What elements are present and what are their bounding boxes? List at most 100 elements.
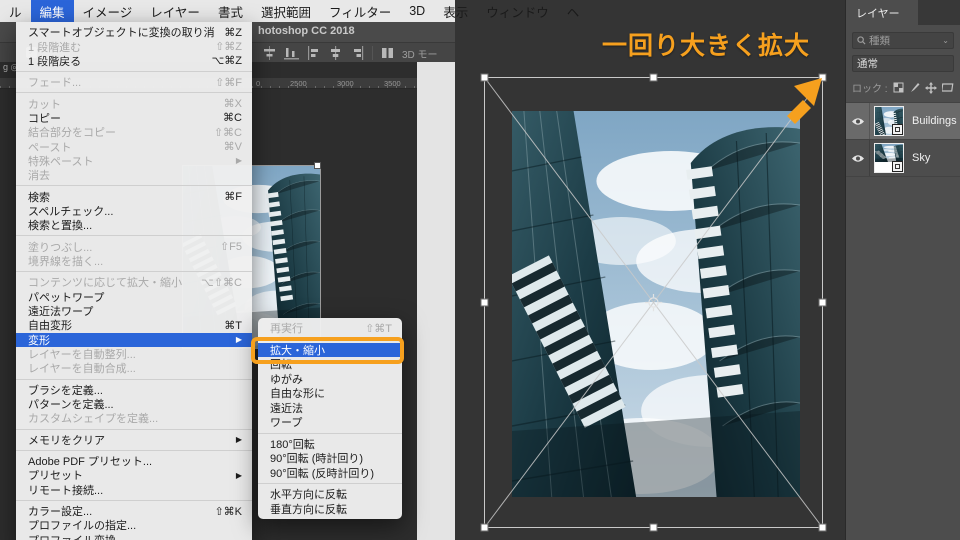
layer-name[interactable]: Buildings — [912, 115, 957, 127]
transform-submenu-item-10[interactable]: 90°回転 (時計回り) — [258, 451, 402, 466]
transform-submenu-item-7[interactable]: ワープ — [258, 415, 402, 430]
transform-submenu-item-3[interactable]: 回転 — [258, 357, 402, 372]
edit-menu-item-39[interactable]: プロファイルの指定... — [16, 518, 252, 532]
layer-thumbnail[interactable] — [874, 143, 904, 173]
edit-menu-item-23[interactable]: 自由変形 ⌘T — [16, 318, 252, 333]
transform-submenu-item-label: ワープ — [270, 417, 303, 430]
menubar-item-2[interactable]: イメージ — [74, 0, 142, 22]
menubar-item-0[interactable]: ル — [0, 0, 31, 22]
edit-menu-item-shortcut: ⌘T — [224, 319, 242, 332]
chevron-down-icon: ⌄ — [942, 36, 949, 45]
edit-menu-item-shortcut: ⌘X — [223, 98, 242, 111]
lock-label: ロック : — [852, 84, 888, 95]
transparency-lock-icon[interactable] — [893, 82, 904, 93]
submenu-arrow-icon: ▶ — [235, 470, 242, 480]
move-lock-icon[interactable] — [924, 81, 937, 94]
menubar-item-3[interactable]: レイヤー — [141, 0, 209, 22]
visibility-toggle[interactable] — [846, 103, 870, 139]
edit-menu-item-0[interactable]: スマートオブジェクトに変換の取り消し ⌘Z — [16, 25, 252, 40]
edit-menu-item-34[interactable]: Adobe PDF プリセット... — [16, 454, 252, 468]
transform-submenu-item-4[interactable]: ゆがみ — [258, 372, 402, 387]
edit-menu-item-29[interactable]: パターンを定義... — [16, 397, 252, 411]
edit-menu-item-label: 1 段階戻る — [28, 55, 82, 68]
edit-menu-separator — [16, 499, 252, 501]
edit-menu-item-32[interactable]: メモリをクリア ▶ — [16, 433, 252, 447]
transform-submenu-item-9[interactable]: 180°回転 — [258, 437, 402, 452]
distribute-left-edges-icon[interactable] — [306, 46, 321, 60]
edit-menu-item-15[interactable]: 検索と置換... — [16, 218, 252, 232]
thumbnail-image — [875, 144, 904, 162]
transform-submenu-item-14[interactable]: 垂直方向に反転 — [258, 502, 402, 517]
ruler-tick-label: 3000 — [337, 79, 354, 88]
submenu-arrow-icon: ▶ — [235, 435, 242, 445]
transform-submenu-item-6[interactable]: 遠近法 — [258, 401, 402, 416]
edit-menu-item-2[interactable]: 1 段階戻る ⌥⌘Z — [16, 54, 252, 68]
transform-submenu-item-5[interactable]: 自由な形に — [258, 386, 402, 401]
ruler-tick-label: 3500 — [384, 79, 401, 88]
edit-menu-item-28[interactable]: ブラシを定義... — [16, 383, 252, 397]
visibility-toggle[interactable] — [846, 140, 870, 176]
edit-menu-item-26: レイヤーを自動合成... — [16, 361, 252, 375]
transform-overlay — [480, 73, 827, 532]
menubar-item-7[interactable]: 3D — [400, 0, 434, 22]
menubar-item-10[interactable]: ヘ — [558, 0, 589, 22]
edit-menu-item-shortcut: ⌘C — [223, 112, 242, 125]
align-bottom-edges-icon[interactable] — [284, 46, 299, 60]
transform-submenu-item-11[interactable]: 90°回転 (反時計回り) — [258, 466, 402, 481]
edit-menu-item-25: レイヤーを自動整列... — [16, 347, 252, 361]
artboard-lock-icon[interactable] — [941, 82, 954, 93]
align-vertical-centers-icon[interactable] — [262, 46, 277, 60]
blend-mode-select[interactable]: 通常 — [852, 55, 954, 72]
layer-filter-field[interactable]: 種類 ⌄ — [852, 32, 954, 49]
distribute-right-edges-icon[interactable] — [350, 46, 365, 60]
3d-mode-label: 3D モー — [402, 49, 438, 61]
layer-row-buildings[interactable]: Buildings — [846, 103, 960, 140]
edit-menu-item-7[interactable]: コピー ⌘C — [16, 111, 252, 125]
transform-submenu-item-13[interactable]: 水平方向に反転 — [258, 487, 402, 502]
tab-layers[interactable]: レイヤー — [846, 0, 918, 25]
edit-menu-item-shortcut: ⇧⌘C — [213, 126, 242, 139]
edit-menu-separator — [16, 235, 252, 237]
layer-name[interactable]: Sky — [912, 152, 930, 164]
edit-menu-item-14[interactable]: スペルチェック... — [16, 204, 252, 218]
brush-lock-icon[interactable] — [909, 82, 920, 93]
edit-menu-item-36[interactable]: リモート接続... — [16, 483, 252, 497]
edit-menu-item-22[interactable]: 遠近法ワープ — [16, 304, 252, 318]
edit-menu-item-35[interactable]: プリセット ▶ — [16, 468, 252, 482]
edit-menu-item-24[interactable]: 変形 ▶ — [16, 332, 252, 347]
transform-submenu-separator — [258, 483, 402, 484]
edit-menu-item-40[interactable]: プロファイル変換... — [16, 533, 252, 540]
menubar-item-1[interactable]: 編集 — [30, 0, 74, 22]
transform-submenu-separator — [258, 338, 402, 340]
layer-list: Buildings Sky — [846, 102, 960, 177]
edit-menu-item-8: 結合部分をコピー ⇧⌘C — [16, 125, 252, 140]
edit-menu-separator — [16, 71, 252, 73]
edit-menu-item-18: 境界線を描く... — [16, 254, 252, 268]
transform-submenu-item-2[interactable]: 拡大・縮小 — [258, 342, 402, 357]
edit-menu-item-13[interactable]: 検索 ⌘F — [16, 189, 252, 204]
smart-object-badge-icon — [892, 124, 903, 135]
edit-menu-item-38[interactable]: カラー設定... ⇧⌘K — [16, 504, 252, 519]
submenu-arrow-icon: ▶ — [235, 156, 242, 166]
ruler-tick-label: 0 — [256, 79, 261, 88]
window-title: hotoshop CC 2018 — [258, 25, 355, 37]
edit-menu-item-shortcut: ⌘Z — [224, 26, 242, 39]
edit-menu-item-21[interactable]: パペットワープ — [16, 290, 252, 304]
edit-menu-item-shortcut: ⌘F — [224, 191, 242, 204]
layer-thumbnail[interactable] — [874, 106, 904, 136]
layer-filter-value: 種類 — [869, 35, 890, 47]
menubar-item-6[interactable]: フィルター — [320, 0, 400, 22]
distribute-horizontal-centers-icon[interactable] — [328, 46, 343, 60]
layers-panel: レイヤー 種類 ⌄ 通常 ロック : Buildings Sky — [845, 0, 960, 540]
transform-handle[interactable] — [314, 162, 321, 169]
menubar-item-8[interactable]: 表示 — [434, 0, 477, 22]
edit-menu-item-label: リモート接続... — [28, 484, 104, 497]
menubar-item-5[interactable]: 選択範囲 — [252, 0, 320, 22]
menubar-item-4[interactable]: 書式 — [209, 0, 252, 22]
menubar-item-9[interactable]: ウィンドウ — [477, 0, 558, 22]
submenu-arrow-icon: ▶ — [235, 335, 242, 345]
edit-menu-item-6: カット ⌘X — [16, 96, 252, 111]
layer-row-sky[interactable]: Sky — [846, 140, 960, 177]
columns-icon[interactable] — [380, 46, 395, 60]
transform-submenu: 再実行 ⇧⌘T 拡大・縮小 回転 ゆがみ 自由な形に 遠近法 ワープ 180°回転 90°回転 (… — [258, 318, 402, 519]
